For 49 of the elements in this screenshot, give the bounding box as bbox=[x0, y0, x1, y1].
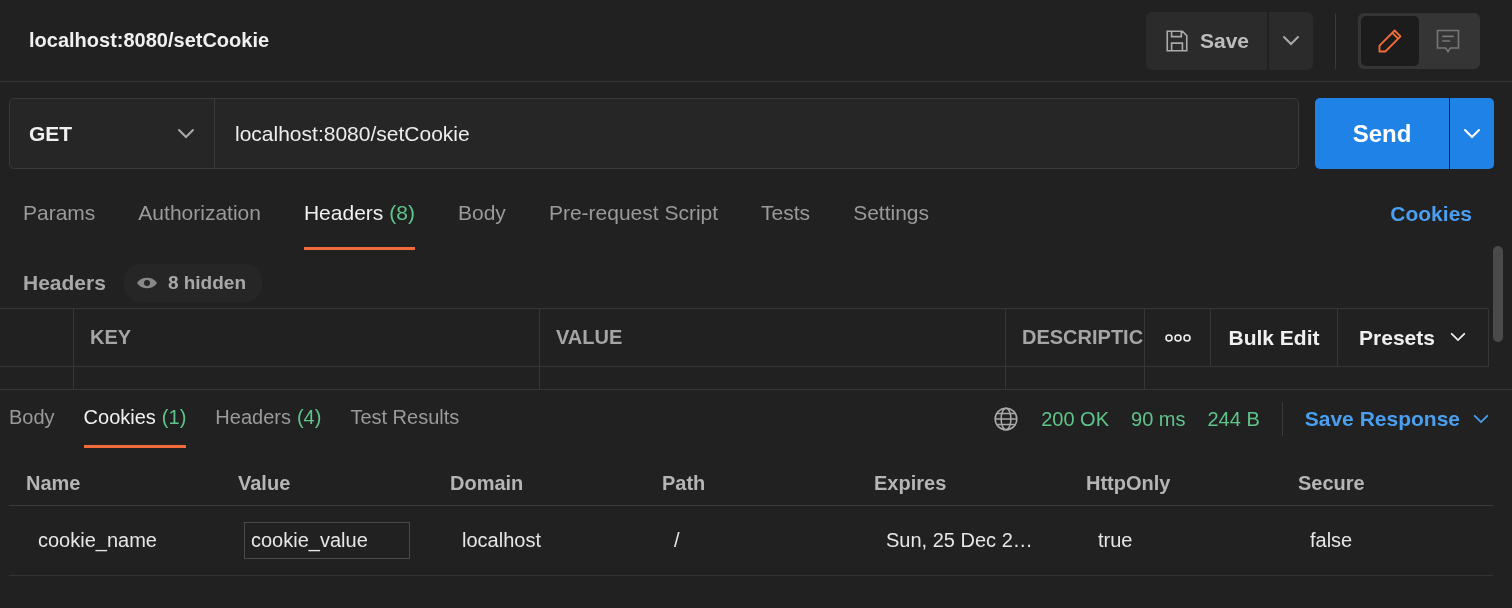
request-tab[interactable]: Tests bbox=[761, 178, 811, 250]
table-cell: false bbox=[1281, 506, 1493, 576]
hidden-headers-toggle[interactable]: 8 hidden bbox=[123, 264, 262, 302]
bulk-edit-button[interactable]: Bulk Edit bbox=[1211, 309, 1338, 367]
chevron-down-icon bbox=[1448, 332, 1467, 343]
presets-dropdown[interactable]: Presets bbox=[1338, 309, 1489, 367]
eye-icon bbox=[135, 276, 158, 290]
column-header: DESCRIPTIC bbox=[1006, 309, 1145, 367]
response-time: 90 ms bbox=[1131, 407, 1186, 431]
response-tab[interactable]: Body bbox=[9, 390, 55, 448]
table-cell: / bbox=[645, 506, 857, 576]
column-header: Name bbox=[9, 462, 221, 506]
request-tab[interactable]: Pre-request Script bbox=[548, 178, 719, 250]
send-button[interactable]: Send bbox=[1315, 98, 1449, 169]
request-title: localhost:8080/setCookie bbox=[29, 29, 271, 52]
column-header: VALUE bbox=[540, 309, 1006, 367]
response-size: 244 B bbox=[1207, 407, 1260, 431]
save-response-button[interactable]: Save Response bbox=[1304, 407, 1490, 431]
table-cell: cookie_name bbox=[9, 506, 221, 576]
column-header: Value bbox=[221, 462, 433, 506]
more-options-button[interactable] bbox=[1145, 309, 1211, 367]
cookies-link[interactable]: Cookies bbox=[1390, 178, 1472, 250]
request-tab[interactable]: Params bbox=[23, 178, 96, 250]
response-tab[interactable]: Test Results bbox=[350, 390, 460, 448]
table-cell: localhost bbox=[433, 506, 645, 576]
save-button[interactable]: Save bbox=[1145, 11, 1267, 70]
chevron-down-icon bbox=[1472, 413, 1490, 425]
request-tab[interactable]: Body bbox=[458, 178, 506, 250]
column-header: Secure bbox=[1281, 462, 1493, 506]
response-tab[interactable]: Headers (4) bbox=[215, 390, 322, 448]
column-header: Expires bbox=[857, 462, 1069, 506]
table-cell: true bbox=[1069, 506, 1281, 576]
column-header: KEY bbox=[74, 309, 540, 367]
more-icon bbox=[1164, 333, 1191, 342]
globe-icon bbox=[993, 406, 1020, 432]
request-tab[interactable]: Settings bbox=[853, 178, 929, 250]
cookie-value-field[interactable]: cookie_value bbox=[244, 522, 410, 559]
response-tab[interactable]: Cookies (1) bbox=[83, 390, 187, 448]
column-header: Domain bbox=[433, 462, 645, 506]
mode-button[interactable] bbox=[1361, 15, 1419, 66]
section-title: Headers bbox=[23, 271, 106, 295]
chevron-down-icon bbox=[1281, 34, 1301, 47]
status-code: 200 OK bbox=[1041, 407, 1109, 431]
table-cell: Sun, 25 Dec 2… bbox=[857, 506, 1069, 576]
chevron-down-icon bbox=[1462, 127, 1482, 140]
column-header: Path bbox=[645, 462, 857, 506]
column-header: HttpOnly bbox=[1069, 462, 1281, 506]
request-tab[interactable]: Authorization bbox=[138, 178, 261, 250]
request-tab[interactable]: Headers (8) bbox=[303, 178, 415, 250]
